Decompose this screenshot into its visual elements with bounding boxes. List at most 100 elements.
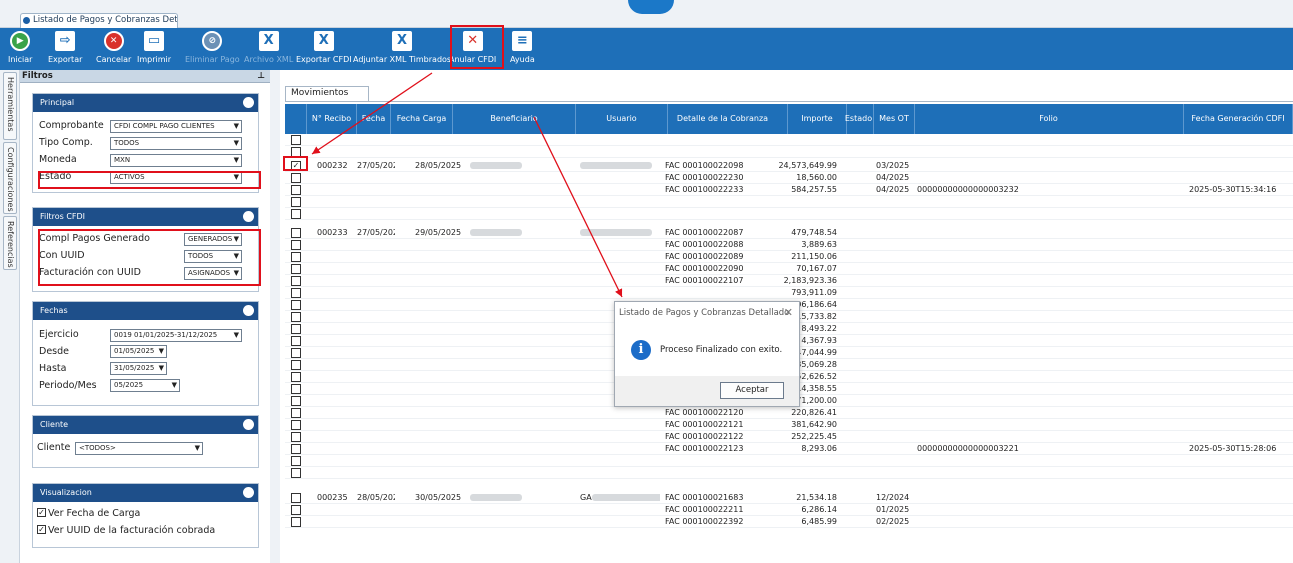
exportar-cfdi-button[interactable]: X Exportar CFDI <box>296 31 352 69</box>
exportar-button[interactable]: ⇨ Exportar <box>48 31 82 69</box>
row-checkbox[interactable] <box>291 372 301 382</box>
table-row[interactable]: FAC 000100022107 2,183,923.36 <box>285 275 1293 287</box>
column-header[interactable]: Importe <box>788 104 847 134</box>
column-header[interactable]: Usuario <box>576 104 668 134</box>
ver-uuid-checkbox[interactable]: ✓ <box>37 525 46 534</box>
column-header[interactable]: N° Recibo <box>307 104 357 134</box>
column-header[interactable]: Mes OT <box>874 104 915 134</box>
collapse-icon[interactable] <box>243 419 254 430</box>
row-checkbox[interactable] <box>291 432 301 442</box>
table-row[interactable] <box>285 455 1293 467</box>
row-checkbox[interactable] <box>291 264 301 274</box>
desde-date[interactable]: 01/05/2025 ▼ <box>110 345 167 358</box>
periodo-select[interactable]: 05/2025 ▼ <box>110 379 180 392</box>
tab-movimientos[interactable]: Movimientos <box>285 86 369 101</box>
row-checkbox[interactable] <box>291 336 301 346</box>
table-row[interactable]: FAC 000100022122 252,225.45 <box>285 431 1293 443</box>
table-row[interactable]: FAC 000100022120 220,826.41 <box>285 407 1293 419</box>
comprobante-select[interactable]: CFDI COMPL PAGO CLIENTES ▼ <box>110 120 242 133</box>
table-row[interactable] <box>285 208 1293 220</box>
pin-icon[interactable]: ⊥ <box>257 70 265 82</box>
archivo-xml-button[interactable]: X Archivo XML <box>244 31 293 69</box>
side-tab-herramientas[interactable]: Herramientas <box>3 72 17 140</box>
row-checkbox[interactable] <box>291 384 301 394</box>
table-row[interactable]: FAC 000100022211 6,286.14 01/2025 <box>285 504 1293 516</box>
table-row[interactable]: FAC 000100022230 18,560.00 04/2025 <box>285 172 1293 184</box>
tipo-comp-select[interactable]: TODOS ▼ <box>110 137 242 150</box>
ver-fecha-carga-checkbox[interactable]: ✓ <box>37 508 46 517</box>
imprimir-button[interactable]: ▭ Imprimir <box>137 31 171 69</box>
table-row[interactable] <box>285 134 1293 146</box>
folio-cell: 00000000000000003232 <box>917 185 1019 194</box>
table-row[interactable]: FAC 000100022392 6,485.99 02/2025 <box>285 516 1293 528</box>
column-header[interactable]: Fecha Generación CDFI <box>1184 104 1293 134</box>
cliente-select[interactable]: <TODOS> ▼ <box>75 442 203 455</box>
row-checkbox[interactable] <box>291 173 301 183</box>
row-checkbox[interactable] <box>291 396 301 406</box>
row-checkbox[interactable] <box>291 444 301 454</box>
row-checkbox[interactable] <box>291 276 301 286</box>
row-checkbox[interactable] <box>291 209 301 219</box>
table-row[interactable] <box>285 467 1293 479</box>
splitter[interactable] <box>270 70 280 563</box>
row-checkbox[interactable] <box>291 252 301 262</box>
row-checkbox[interactable] <box>291 360 301 370</box>
table-row[interactable]: FAC 000100022090 70,167.07 <box>285 263 1293 275</box>
collapse-icon[interactable] <box>243 211 254 222</box>
row-checkbox[interactable] <box>291 185 301 195</box>
column-header[interactable]: Estado <box>844 104 874 134</box>
row-checkbox[interactable] <box>291 493 301 503</box>
collapse-icon[interactable] <box>243 305 254 316</box>
row-checkbox[interactable] <box>291 197 301 207</box>
ayuda-button[interactable]: ≡ Ayuda <box>510 31 535 69</box>
row-checkbox[interactable] <box>291 300 301 310</box>
table-row[interactable]: FAC 000100022123 8,293.06 0000000000000000… <box>285 443 1293 455</box>
column-header[interactable]: Fecha <box>357 104 391 134</box>
ejercicio-select[interactable]: 0019 01/01/2025-31/12/2025 ▼ <box>110 329 242 342</box>
table-row[interactable]: FAC 000100022089 211,150.06 <box>285 251 1293 263</box>
row-checkbox[interactable] <box>291 240 301 250</box>
table-row[interactable]: ✓00023227/05/202528/05/2025FAC 000100022… <box>285 160 1293 172</box>
column-header[interactable]: Detalle de la Cobranza <box>658 104 788 134</box>
table-row[interactable]: 793,911.09 <box>285 287 1293 299</box>
table-row[interactable]: FAC 000100022088 3,889.63 <box>285 239 1293 251</box>
row-checkbox[interactable] <box>291 288 301 298</box>
moneda-select[interactable]: MXN ▼ <box>110 154 242 167</box>
table-row[interactable]: FAC 000100022233 584,257.55 04/2025 0000000… <box>285 184 1293 196</box>
row-checkbox[interactable] <box>291 517 301 527</box>
collapse-icon[interactable] <box>243 487 254 498</box>
window-tab[interactable]: Listado de Pagos y Cobranzas Det... <box>20 13 178 28</box>
collapse-icon[interactable] <box>243 97 254 108</box>
ver-uuid-option[interactable]: ✓ Ver UUID de la facturación cobrada <box>37 524 215 538</box>
row-checkbox[interactable] <box>291 456 301 466</box>
aceptar-button[interactable]: Aceptar <box>720 382 784 399</box>
row-checkbox[interactable] <box>291 312 301 322</box>
row-checkbox[interactable] <box>291 468 301 478</box>
row-checkbox[interactable] <box>291 420 301 430</box>
table-row[interactable] <box>285 196 1293 208</box>
side-tab-referencias[interactable]: Referencias <box>3 216 17 270</box>
row-checkbox[interactable] <box>291 348 301 358</box>
column-header[interactable]: Beneficiario <box>453 104 576 134</box>
hasta-date[interactable]: 31/05/2025 ▼ <box>110 362 167 375</box>
table-row[interactable] <box>285 146 1293 158</box>
row-checkbox[interactable] <box>291 135 301 145</box>
periodo-value: 05/2025 <box>114 381 144 389</box>
row-checkbox[interactable] <box>291 408 301 418</box>
moneda-label: Moneda <box>39 154 77 165</box>
row-checkbox[interactable] <box>291 505 301 515</box>
column-header[interactable]: Folio <box>914 104 1184 134</box>
row-checkbox[interactable] <box>291 324 301 334</box>
ver-fecha-carga-option[interactable]: ✓ Ver Fecha de Carga <box>37 507 140 521</box>
iniciar-button[interactable]: ▶ Iniciar <box>8 31 32 69</box>
adjuntar-xml-timbrados-button[interactable]: X Adjuntar XML Timbrados <box>353 31 451 69</box>
table-row[interactable]: 000233 27/05/2025 29/05/2025 FAC 0001000220… <box>285 227 1293 239</box>
close-icon[interactable]: ✕ <box>784 306 793 319</box>
eliminar-pago-button[interactable]: ⊘ Eliminar Pago <box>185 31 240 69</box>
row-checkbox[interactable] <box>291 228 301 238</box>
column-header[interactable]: Fecha Carga <box>391 104 453 134</box>
table-row[interactable]: 000235 28/05/2025 30/05/2025 GA FAC 00010002… <box>285 492 1293 504</box>
table-row[interactable]: FAC 000100022121 381,642.90 <box>285 419 1293 431</box>
cancelar-button[interactable]: ✕ Cancelar <box>96 31 131 69</box>
side-tab-configuraciones[interactable]: Configuraciones <box>3 142 17 214</box>
